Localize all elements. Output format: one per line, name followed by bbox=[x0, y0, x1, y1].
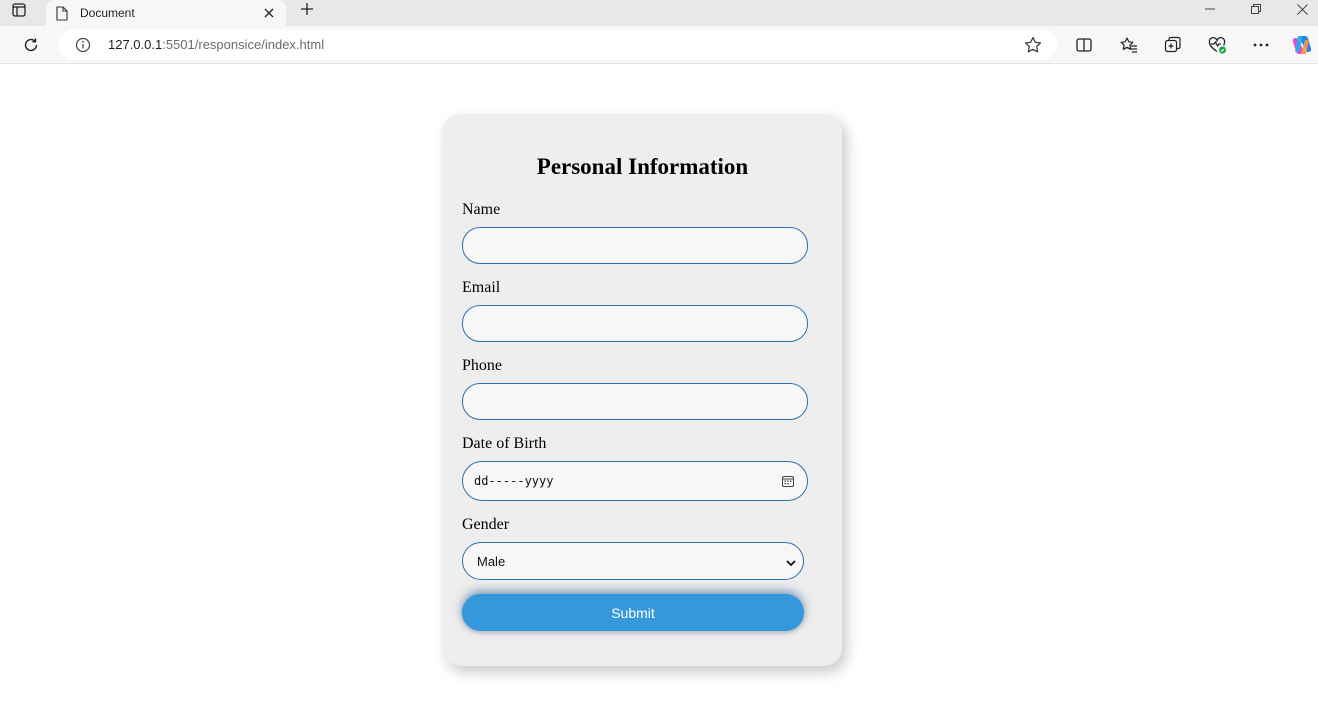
more-icon[interactable] bbox=[1247, 31, 1275, 59]
address-bar[interactable]: 127.0.0.1:5501/responsice/index.html bbox=[59, 29, 1057, 60]
browser-tab[interactable]: Document bbox=[46, 0, 286, 26]
document-icon bbox=[56, 5, 70, 21]
minimize-icon[interactable] bbox=[1187, 0, 1233, 18]
submit-button[interactable]: Submit bbox=[462, 594, 804, 631]
page-title: Personal Information bbox=[536, 154, 749, 179]
star-icon[interactable] bbox=[1023, 35, 1043, 55]
calendar-icon[interactable] bbox=[781, 474, 795, 488]
dob-input[interactable]: dd-----yyyy bbox=[462, 461, 808, 501]
restore-icon[interactable] bbox=[1233, 0, 1279, 18]
plus-icon[interactable] bbox=[296, 0, 318, 18]
url-host: 127.0.0.1 bbox=[108, 37, 163, 52]
name-input[interactable] bbox=[462, 227, 808, 264]
tab-strip-icon[interactable] bbox=[8, 1, 30, 19]
personal-info-card: Personal Information Name Email Phone Da… bbox=[443, 114, 842, 666]
url-text[interactable]: 127.0.0.1:5501/responsice/index.html bbox=[108, 37, 324, 52]
tab-title: Document bbox=[80, 6, 135, 20]
collections-icon[interactable] bbox=[1159, 31, 1187, 59]
gender-select[interactable]: Male bbox=[462, 542, 804, 580]
dob-placeholder: dd-----yyyy bbox=[474, 474, 554, 488]
browser-essentials-icon[interactable] bbox=[1203, 31, 1231, 59]
email-label: Email bbox=[462, 279, 501, 296]
phone-input[interactable] bbox=[462, 383, 808, 420]
name-label: Name bbox=[462, 201, 501, 218]
copilot-icon[interactable] bbox=[1288, 31, 1316, 59]
email-input[interactable] bbox=[462, 305, 808, 342]
reload-icon[interactable] bbox=[17, 31, 45, 59]
gender-selected-value: Male bbox=[477, 554, 506, 569]
phone-label: Phone bbox=[462, 357, 502, 374]
window-close-icon[interactable] bbox=[1279, 0, 1318, 18]
browser-toolbar: 127.0.0.1:5501/responsice/index.html bbox=[0, 26, 1318, 64]
split-screen-icon[interactable] bbox=[1070, 31, 1098, 59]
chevron-down-icon bbox=[785, 556, 797, 568]
dob-label: Date of Birth bbox=[462, 435, 547, 452]
favorites-icon[interactable] bbox=[1115, 31, 1143, 59]
tab-bar: Document bbox=[0, 0, 1318, 26]
url-path: :5501/responsice/index.html bbox=[162, 37, 325, 52]
gender-label: Gender bbox=[462, 516, 510, 533]
close-icon[interactable] bbox=[256, 3, 282, 23]
info-icon[interactable] bbox=[75, 37, 91, 53]
